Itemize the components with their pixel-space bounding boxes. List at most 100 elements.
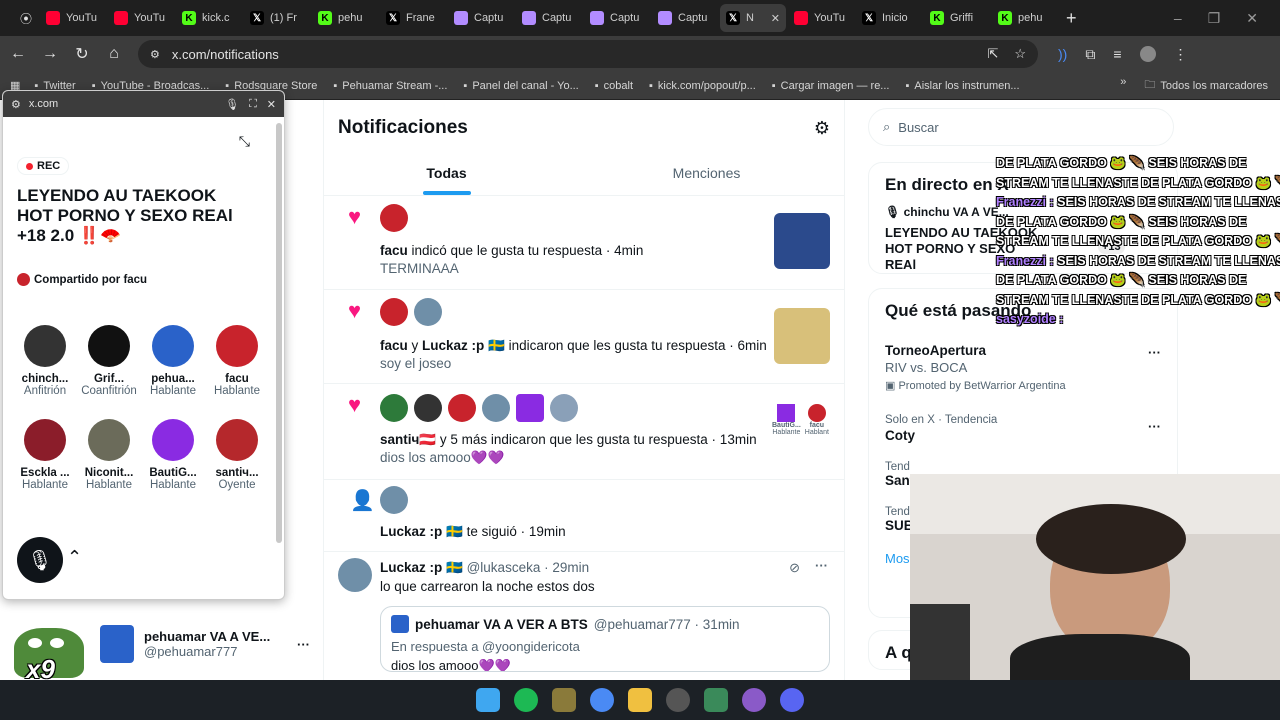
participant[interactable]: chinch... Anfitrión xyxy=(13,325,77,419)
site-info-icon[interactable]: ⚙ xyxy=(150,48,160,61)
install-icon[interactable]: ⇱ xyxy=(987,46,998,62)
back-icon[interactable]: ← xyxy=(4,40,32,68)
notification-item[interactable]: ♥ santiч🇦🇹 y 5 más indicaron que les gus… xyxy=(324,384,844,480)
user-avatar[interactable] xyxy=(380,394,408,422)
tab-mentions[interactable]: Menciones xyxy=(569,156,844,195)
chrome-icon[interactable] xyxy=(590,688,614,712)
browser-tab[interactable]: Kkick.c xyxy=(176,4,242,32)
collapse-space-icon[interactable]: ⤡ xyxy=(239,133,250,150)
browser-tab[interactable]: Captu xyxy=(516,4,582,32)
media-icon[interactable]: ≡ xyxy=(1113,46,1121,63)
home-icon[interactable]: ⌂ xyxy=(100,40,128,68)
tweet-more-icon[interactable]: ··· xyxy=(815,558,828,573)
browser-tab[interactable]: Kpehu xyxy=(312,4,378,32)
tab-all[interactable]: Todas xyxy=(324,156,569,195)
bookmark-item[interactable]: ▪ Panel del canal - Yo... xyxy=(463,80,578,92)
all-bookmarks-button[interactable]: 🗀 Todos los marcadores xyxy=(1144,76,1268,95)
app-icon[interactable] xyxy=(704,688,728,712)
trend-more-icon[interactable]: ··· xyxy=(1148,419,1161,434)
bookmark-item[interactable]: ▪ Aislar los instrumen... xyxy=(905,80,1019,92)
bookmark-item[interactable]: ▪ kick.com/popout/p... xyxy=(649,80,756,92)
user-avatar[interactable] xyxy=(380,204,408,232)
notif-thumbnail[interactable] xyxy=(774,213,830,269)
browser-tab[interactable]: YouTu xyxy=(108,4,174,32)
user-avatar[interactable] xyxy=(380,298,408,326)
windows-start-icon[interactable] xyxy=(476,688,500,712)
user-avatar[interactable] xyxy=(414,298,442,326)
browser-tab[interactable]: Kpehu xyxy=(992,4,1058,32)
chat-app-icon[interactable] xyxy=(742,688,766,712)
file-explorer-icon[interactable] xyxy=(628,688,652,712)
notif-user[interactable]: Luckaz :p 🇸🇪 xyxy=(380,524,463,539)
trend-item[interactable]: Solo en X · Tendencia Coty ··· xyxy=(885,414,1161,443)
forward-icon[interactable]: → xyxy=(36,40,64,68)
expand-icon[interactable]: ⛶ xyxy=(249,98,257,111)
browser-tab[interactable]: Captu xyxy=(448,4,514,32)
browser-tab[interactable]: 𝕏 N ✕ xyxy=(720,4,786,32)
notif-user[interactable]: facu xyxy=(380,338,408,353)
bookmark-item[interactable]: ▪ Pehuamar Stream -... xyxy=(333,80,447,92)
notif-thumbnail[interactable]: BautiG... Hablante facu Hablant xyxy=(772,404,830,460)
bookmark-item[interactable]: ▪ Cargar imagen — re... xyxy=(772,80,890,92)
browser-tab[interactable]: 𝕏 Frane xyxy=(380,4,446,32)
browser-tab[interactable]: YouTu xyxy=(788,4,854,32)
notification-item[interactable]: ♥ facu y Luckaz :p 🇸🇪 indicaron que les … xyxy=(324,290,844,384)
bookmark-star-icon[interactable]: ☆ xyxy=(1014,46,1026,62)
menu-icon[interactable]: ⋮ xyxy=(1174,46,1188,63)
user-avatar[interactable] xyxy=(550,394,578,422)
browser-tab[interactable]: Captu xyxy=(652,4,718,32)
browser-tab[interactable]: YouTu xyxy=(40,4,106,32)
extension-signal-icon[interactable]: )) xyxy=(1058,46,1067,63)
notification-item[interactable]: 👤 Luckaz :p 🇸🇪 te siguió · 19min xyxy=(324,480,844,552)
browser-tab[interactable]: K Griffi xyxy=(924,4,990,32)
browser-tab[interactable]: 𝕏 Inicio xyxy=(856,4,922,32)
url-input[interactable]: ⚙ x.com/notifications ⇱ ☆ xyxy=(138,40,1038,68)
window-close-icon[interactable]: ✕ xyxy=(1246,10,1258,27)
tweet-avatar[interactable] xyxy=(338,558,372,592)
user-avatar[interactable] xyxy=(516,394,544,422)
browser-tab[interactable]: Captu xyxy=(584,4,650,32)
user-avatar[interactable] xyxy=(380,486,408,514)
notification-item[interactable]: ♥ facu indicó que le gusta tu respuesta … xyxy=(324,196,844,290)
trend-item[interactable]: TorneoApertura RIV vs. BOCA ▣ Promoted b… xyxy=(885,343,1161,392)
tweet-author[interactable]: Luckaz :p 🇸🇪 xyxy=(380,560,463,575)
popup-close-icon[interactable]: ✕ xyxy=(267,98,276,111)
participant[interactable]: santiч... Oyente xyxy=(205,419,269,513)
record-icon[interactable]: ⦿ xyxy=(12,4,40,32)
user-avatar[interactable] xyxy=(482,394,510,422)
account-switcher[interactable]: pehuamar VA A VE... @pehuamar777 ··· xyxy=(100,622,310,666)
extensions-icon[interactable]: ⧉ xyxy=(1085,46,1095,63)
more-icon[interactable]: ··· xyxy=(297,637,310,652)
reload-icon[interactable]: ↻ xyxy=(68,40,96,68)
bookmarks-overflow-icon[interactable]: » xyxy=(1120,76,1126,95)
notif-user[interactable]: santiч🇦🇹 xyxy=(380,432,436,447)
minimize-icon[interactable]: – xyxy=(1174,10,1182,27)
user-avatar[interactable] xyxy=(448,394,476,422)
tweet-handle[interactable]: @lukasceka · 29min xyxy=(467,560,590,575)
site-settings-icon[interactable]: ⚙ xyxy=(11,98,21,111)
bookmark-item[interactable]: ▪ cobalt xyxy=(595,80,633,92)
tab-close-icon[interactable]: ✕ xyxy=(771,12,780,25)
profile-avatar[interactable] xyxy=(1139,45,1156,62)
microphone-button[interactable]: 🎙 xyxy=(17,537,63,583)
maximize-icon[interactable]: ❐ xyxy=(1208,10,1221,27)
browser-tab[interactable]: 𝕏 (1) Fr xyxy=(244,4,310,32)
app-icon[interactable] xyxy=(552,688,576,712)
mic-icon[interactable]: 🎙 xyxy=(225,98,239,111)
user-avatar[interactable] xyxy=(414,394,442,422)
popup-scrollbar[interactable] xyxy=(276,123,282,543)
participant[interactable]: BautiG... Hablante xyxy=(141,419,205,513)
participant[interactable]: Niconit... Hablante xyxy=(77,419,141,513)
trend-more-icon[interactable]: ··· xyxy=(1148,345,1161,360)
quoted-tweet[interactable]: pehuamar VA A VER A BTS @pehuamar777 · 31… xyxy=(380,606,830,672)
obs-icon[interactable] xyxy=(666,688,690,712)
notif-thumbnail[interactable] xyxy=(774,308,830,364)
expand-up-icon[interactable]: ⌃ xyxy=(67,547,82,568)
settings-gear-icon[interactable]: ⚙ xyxy=(814,118,830,139)
participant[interactable]: facu Hablante xyxy=(205,325,269,419)
participant[interactable]: pehua... Hablante xyxy=(141,325,205,419)
search-input[interactable]: ⌕ Buscar xyxy=(868,108,1174,146)
notif-user[interactable]: facu xyxy=(380,243,408,258)
discord-icon[interactable] xyxy=(780,688,804,712)
spaces-popup-window[interactable]: ⚙ x.com 🎙 ⛶ ✕ ⤡ REC LEYENDO AU TAEKOOK H… xyxy=(2,90,285,600)
